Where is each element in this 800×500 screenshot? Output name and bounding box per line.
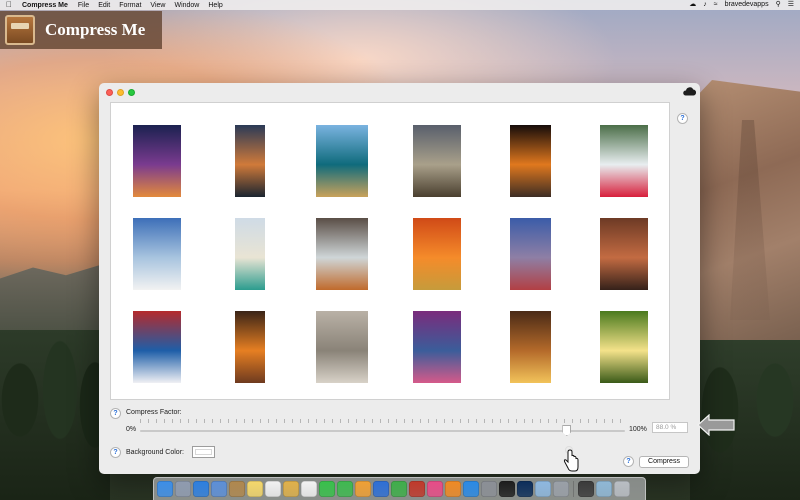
menu-window[interactable]: Window (174, 2, 199, 9)
image-thumbnail-moon-field[interactable] (413, 125, 461, 197)
menubar-user[interactable]: bravedevapps (725, 1, 769, 9)
background-color-well[interactable] (192, 446, 215, 458)
wifi-icon[interactable]: ≈ (714, 1, 718, 9)
image-thumbnail-forest-light[interactable] (600, 311, 648, 383)
image-thumbnail-fuji-blossom[interactable] (133, 311, 181, 383)
compress-help-button[interactable]: ? (623, 456, 634, 467)
search-icon[interactable]: ⚲ (776, 1, 781, 9)
compress-factor-slider[interactable] (140, 430, 625, 432)
close-button[interactable] (106, 89, 113, 96)
photoshop-icon[interactable] (517, 481, 533, 497)
image-thumbnail-ocean-sunset[interactable] (235, 125, 265, 197)
menu-file[interactable]: File (78, 2, 89, 9)
downloads-icon[interactable] (596, 481, 612, 497)
mail-icon[interactable] (211, 481, 227, 497)
menu-edit[interactable]: Edit (98, 2, 110, 9)
screen-icon[interactable] (578, 481, 594, 497)
dock (153, 477, 646, 500)
menu-bar:  Compress Me File Edit Format View Wind… (0, 0, 800, 10)
volume-icon[interactable]: ♪ (703, 1, 707, 9)
cloud-icon[interactable] (682, 86, 696, 96)
image-thumbnail-cave-glow[interactable] (235, 311, 265, 383)
image-thumbnail-lagoon[interactable] (235, 218, 265, 290)
notification-center-icon[interactable]: ☰ (788, 1, 794, 9)
preview-icon[interactable] (535, 481, 551, 497)
background-color-help-button[interactable]: ? (110, 447, 121, 458)
hand-cursor-icon (563, 446, 579, 472)
slider-knob[interactable] (562, 425, 572, 436)
image-thumbnail-pebble-lake[interactable] (510, 218, 551, 290)
minimize-button[interactable] (117, 89, 124, 96)
compress-factor-help-button[interactable]: ? (110, 408, 121, 419)
slider-max-label: 100% (629, 426, 647, 433)
image-thumbnail-waterfall[interactable] (316, 218, 368, 290)
image-thumbnail-horses-sunset[interactable] (413, 218, 461, 290)
pages-icon[interactable] (355, 481, 371, 497)
system-preferences-icon[interactable] (481, 481, 497, 497)
contacts-icon[interactable] (229, 481, 245, 497)
image-thumbnail-slot-canyon[interactable] (510, 311, 551, 383)
trees (0, 330, 110, 500)
image-thumbnail-coral-reef[interactable] (316, 125, 368, 197)
itunes-icon[interactable] (427, 481, 443, 497)
facetime-icon[interactable] (337, 481, 353, 497)
cloud-status-icon[interactable]: ☁ (689, 1, 696, 9)
help-icon[interactable] (553, 481, 569, 497)
reminders-icon[interactable] (265, 481, 281, 497)
menu-app-name[interactable]: Compress Me (22, 2, 68, 9)
compress-button[interactable]: Compress (639, 456, 689, 468)
compress-me-icon (5, 15, 35, 45)
help-button[interactable]: ? (677, 113, 688, 124)
app-banner: Compress Me (0, 11, 162, 49)
slider-ticks (140, 419, 625, 423)
numbers-icon[interactable] (391, 481, 407, 497)
trash-icon[interactable] (614, 481, 630, 497)
menu-help[interactable]: Help (208, 2, 222, 9)
messages-icon[interactable] (319, 481, 335, 497)
photo-booth-icon[interactable] (409, 481, 425, 497)
image-thumbnail-lotus-pond[interactable] (413, 311, 461, 383)
photos-icon[interactable] (283, 481, 299, 497)
image-gallery (110, 102, 670, 400)
background-color-label: Background Color: (126, 449, 184, 456)
arrow-left-icon (697, 414, 735, 436)
image-thumbnail-red-canyon[interactable] (600, 218, 648, 290)
compress-factor-value[interactable]: 88.0 % (652, 422, 688, 433)
terminal-icon[interactable] (499, 481, 515, 497)
dock-separator (573, 481, 574, 497)
ibooks-icon[interactable] (445, 481, 461, 497)
zoom-button[interactable] (128, 89, 135, 96)
image-thumbnail-tulip-fountain[interactable] (600, 125, 648, 197)
calendar-icon[interactable] (301, 481, 317, 497)
compress-factor-label: Compress Factor: (126, 409, 182, 416)
banner-title: Compress Me (45, 20, 146, 39)
image-thumbnail-palm-sunset[interactable] (133, 125, 181, 197)
launchpad-icon[interactable] (175, 481, 191, 497)
safari-icon[interactable] (193, 481, 209, 497)
menu-format[interactable]: Format (119, 2, 141, 9)
keynote-icon[interactable] (373, 481, 389, 497)
finder-icon[interactable] (157, 481, 173, 497)
image-thumbnail-orange-moon[interactable] (510, 125, 551, 197)
slider-min-label: 0% (126, 426, 137, 433)
app-store-icon[interactable] (463, 481, 479, 497)
apple-icon[interactable]:  (6, 1, 14, 9)
app-window: ? ? Compress Factor: 0% 100% 88.0 % ? Ba… (99, 83, 700, 474)
menu-view[interactable]: View (150, 2, 165, 9)
image-thumbnail-snowy-beach[interactable] (133, 218, 181, 290)
title-bar (99, 83, 700, 101)
notes-icon[interactable] (247, 481, 263, 497)
image-thumbnail-river-stones[interactable] (316, 311, 368, 383)
